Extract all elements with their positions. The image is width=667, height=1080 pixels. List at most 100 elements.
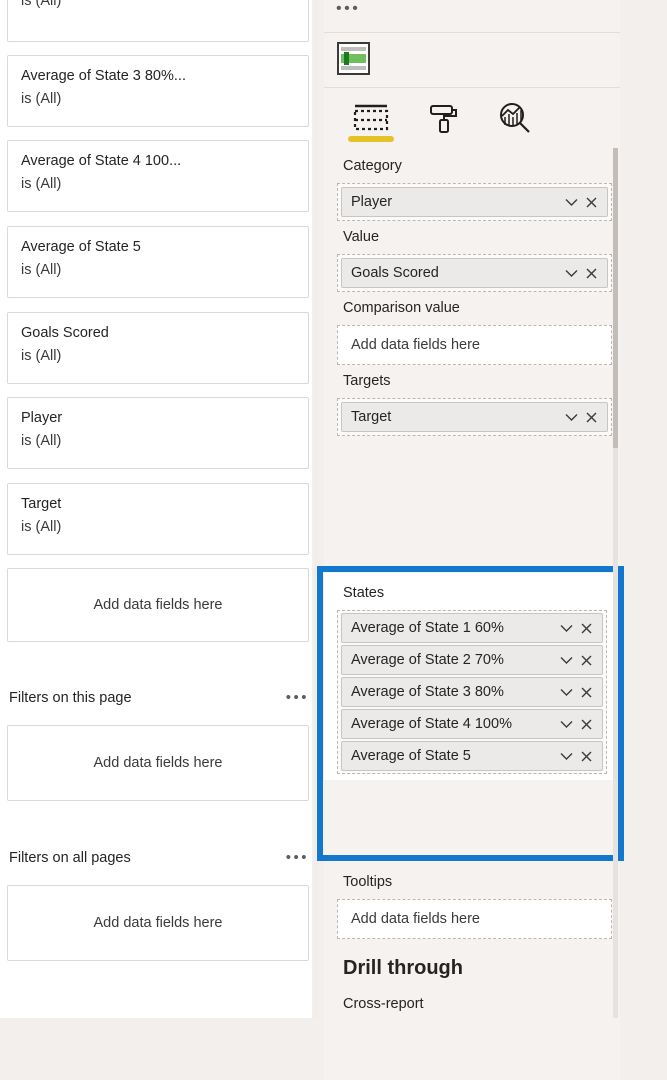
chevron-down-icon[interactable]: [556, 618, 576, 638]
filter-card-value: is (All): [21, 519, 62, 535]
dropzone-placeholder: Add data fields here: [93, 597, 223, 613]
filters-pane: is (All) Average of State 3 80%... is (A…: [0, 0, 312, 1018]
analytics-magnifier-icon: [500, 103, 530, 133]
fields-grid-icon: [353, 104, 389, 131]
field-chip-name: Average of State 1 60%: [351, 620, 504, 636]
filter-card-value: is (All): [21, 262, 62, 278]
well-label-value: Value: [343, 229, 380, 245]
chevron-down-icon[interactable]: [561, 407, 581, 427]
dropzone-placeholder: Add data fields here: [93, 915, 223, 931]
field-chip[interactable]: Average of State 2 70%: [341, 645, 603, 675]
field-chip-name: Average of State 5: [351, 748, 471, 764]
paint-roller-icon: [430, 105, 457, 133]
active-tab-underline: [348, 136, 394, 142]
field-chip-name: Player: [351, 194, 393, 210]
filter-card-value: is (All): [21, 433, 62, 449]
filter-card-value: is (All): [21, 348, 62, 364]
tab-fields[interactable]: [340, 92, 402, 144]
dropzone-value[interactable]: Goals Scored: [337, 254, 612, 292]
ellipsis-horizontal-icon[interactable]: •••: [286, 690, 309, 705]
filter-card-value: is (All): [21, 91, 62, 107]
field-wells-list: Category Player Value Goals Scored Compa…: [324, 150, 620, 436]
cross-report-label: Cross-report: [343, 996, 424, 1012]
all-pages-filters-dropzone[interactable]: Add data fields here: [7, 885, 309, 961]
visualizations-pane: ••• Category Player Value Goals Scored C…: [324, 0, 620, 1080]
close-icon[interactable]: [576, 682, 596, 702]
filter-card-title: Target: [21, 496, 62, 512]
bullet-chart-visual-icon[interactable]: [337, 42, 370, 75]
dropzone-placeholder: Add data fields here: [351, 911, 480, 927]
field-chip[interactable]: Average of State 5: [341, 741, 603, 771]
visual-type-gallery: [324, 34, 620, 88]
visualizations-pane-header: •••: [324, 0, 620, 33]
chevron-down-icon[interactable]: [556, 714, 576, 734]
dropzone-category[interactable]: Player: [337, 183, 612, 221]
field-chip[interactable]: Average of State 4 100%: [341, 709, 603, 739]
field-chip-name: Goals Scored: [351, 265, 439, 281]
drill-through-heading: Drill through: [343, 957, 463, 979]
ellipsis-horizontal-icon[interactable]: •••: [336, 1, 360, 17]
field-chip[interactable]: Average of State 3 80%: [341, 677, 603, 707]
field-chip-name: Average of State 4 100%: [351, 716, 512, 732]
filter-card[interactable]: Player is (All): [7, 397, 309, 469]
dropzone-placeholder: Add data fields here: [351, 337, 480, 353]
close-icon[interactable]: [581, 192, 601, 212]
bullet-chart-glyph: [341, 47, 366, 70]
field-chip[interactable]: Average of State 1 60%: [341, 613, 603, 643]
field-chip-name: Average of State 2 70%: [351, 652, 504, 668]
chevron-down-icon[interactable]: [556, 682, 576, 702]
field-chip-name: Average of State 3 80%: [351, 684, 504, 700]
close-icon[interactable]: [576, 650, 596, 670]
ellipsis-horizontal-icon[interactable]: •••: [286, 850, 309, 865]
field-chip[interactable]: Player: [341, 187, 608, 217]
filter-card[interactable]: Average of State 3 80%... is (All): [7, 55, 309, 127]
field-chip-name: Target: [351, 409, 392, 425]
dropzone-comparison-value[interactable]: Add data fields here: [337, 325, 612, 365]
filter-card[interactable]: Goals Scored is (All): [7, 312, 309, 384]
filter-card[interactable]: Target is (All): [7, 483, 309, 555]
filters-pane-scrollbar[interactable]: [314, 0, 318, 1018]
visualizations-pane-scrollbar-thumb[interactable]: [613, 148, 618, 448]
section-title: Filters on all pages: [9, 850, 131, 866]
filter-card[interactable]: Average of State 5 is (All): [7, 226, 309, 298]
states-well: States Average of State 1 60% Average of…: [324, 573, 617, 780]
filter-card[interactable]: is (All): [7, 0, 309, 42]
filter-card[interactable]: Average of State 4 100... is (All): [7, 140, 309, 212]
visual-filters-dropzone[interactable]: Add data fields here: [7, 568, 309, 642]
close-icon[interactable]: [576, 714, 596, 734]
tab-format[interactable]: [412, 92, 474, 144]
filter-card-title: Player: [21, 410, 63, 426]
filters-on-this-page-header: Filters on this page •••: [9, 690, 309, 706]
filter-card-title: Average of State 5: [21, 239, 141, 255]
field-chip[interactable]: Goals Scored: [341, 258, 608, 288]
close-icon[interactable]: [581, 407, 601, 427]
field-chip[interactable]: Target: [341, 402, 608, 432]
well-label-comparison-value: Comparison value: [343, 300, 460, 316]
dropzone-states[interactable]: Average of State 1 60% Average of State …: [337, 610, 607, 774]
visualizations-pane-tabs: [324, 89, 620, 147]
lower-wells: Tooltips Add data fields here Drill thro…: [324, 866, 620, 1016]
filter-card-title: Average of State 3 80%...: [21, 68, 186, 84]
well-label-states: States: [343, 585, 385, 601]
chevron-down-icon[interactable]: [556, 746, 576, 766]
chevron-down-icon[interactable]: [561, 192, 581, 212]
filter-card-value: is (All): [21, 176, 62, 192]
close-icon[interactable]: [576, 618, 596, 638]
page-filters-dropzone[interactable]: Add data fields here: [7, 725, 309, 801]
well-label-tooltips: Tooltips: [343, 874, 393, 890]
dropzone-placeholder: Add data fields here: [93, 755, 223, 771]
tab-analytics[interactable]: [484, 92, 546, 144]
section-title: Filters on this page: [9, 690, 132, 706]
filter-card-title: Average of State 4 100...: [21, 153, 182, 169]
filter-card-title: Goals Scored: [21, 325, 109, 341]
dropzone-targets[interactable]: Target: [337, 398, 612, 436]
well-label-category: Category: [343, 158, 402, 174]
chevron-down-icon[interactable]: [556, 650, 576, 670]
well-label-targets: Targets: [343, 373, 391, 389]
filter-card-value: is (All): [21, 0, 62, 9]
dropzone-tooltips[interactable]: Add data fields here: [337, 899, 612, 939]
close-icon[interactable]: [576, 746, 596, 766]
filters-on-all-pages-header: Filters on all pages •••: [9, 850, 309, 866]
chevron-down-icon[interactable]: [561, 263, 581, 283]
close-icon[interactable]: [581, 263, 601, 283]
